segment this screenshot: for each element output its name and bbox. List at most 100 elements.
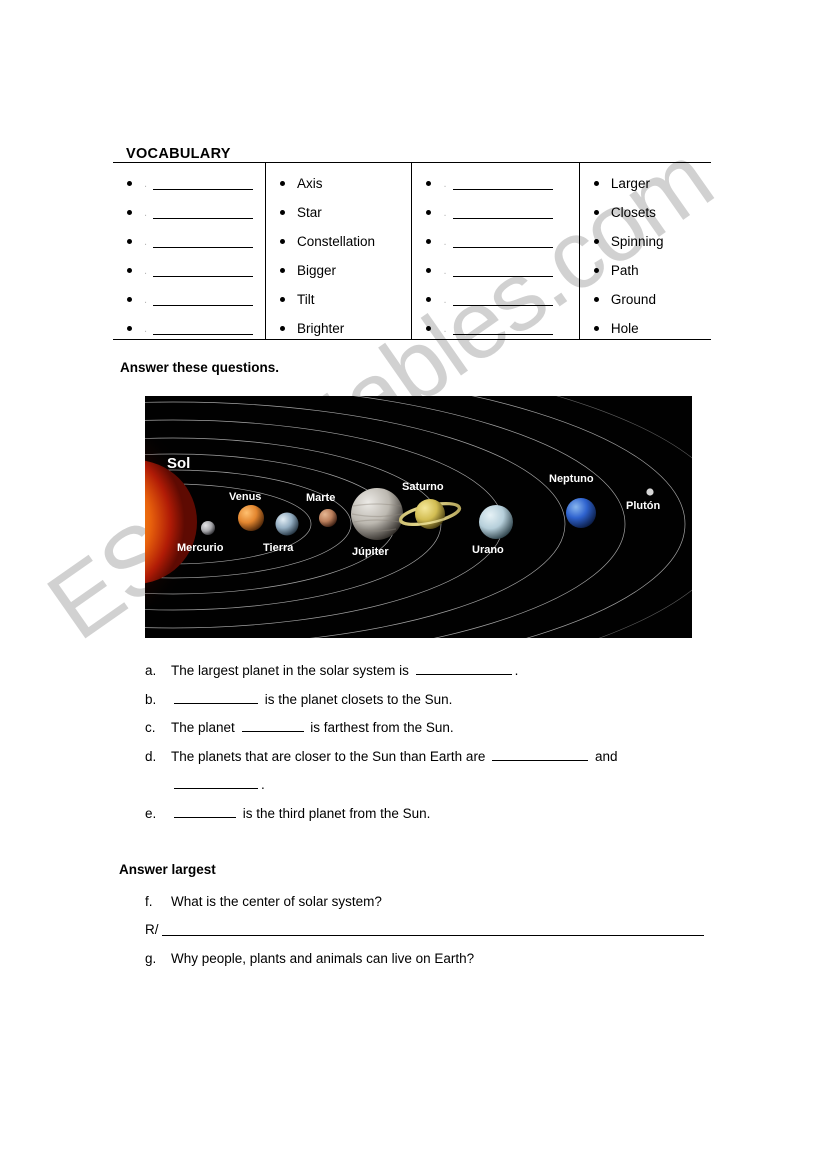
question-text: . (514, 663, 519, 678)
question-text: . (261, 777, 265, 792)
vocabulary-item: . (113, 198, 265, 227)
bullet-icon (593, 326, 599, 331)
vocabulary-item-marker: . (144, 264, 148, 277)
question-write-in-blank[interactable] (174, 777, 258, 789)
bullet-icon (593, 210, 599, 215)
vocabulary-write-in-blank[interactable] (153, 236, 254, 248)
bullet-icon (279, 239, 285, 244)
planet-jupiter (351, 488, 403, 540)
vocabulary-column-4: Larger Closets Spinning Path Ground Hole (578, 162, 711, 343)
question-body: is the planet closets to the Sun. (171, 692, 452, 707)
vocabulary-item-label: Tilt (296, 291, 315, 307)
planet-venus (238, 505, 264, 531)
vocabulary-write-in-blank[interactable] (153, 265, 254, 277)
bullet-icon (426, 181, 432, 186)
label-venus: Venus (229, 491, 261, 503)
question-text: and (591, 748, 618, 764)
label-marte: Marte (306, 492, 335, 504)
vocabulary-item-marker: . (144, 322, 148, 335)
planet-neptuno (566, 498, 596, 528)
question-body: is the third planet from the Sun. (171, 806, 430, 821)
vocabulary-item-label: Bigger (296, 262, 337, 278)
planet-mercurio (201, 521, 215, 535)
vocabulary-write-in-blank[interactable] (452, 236, 553, 248)
question-write-in-blank[interactable] (174, 692, 258, 704)
vocabulary-item: Tilt (266, 285, 412, 314)
bullet-icon (279, 268, 285, 273)
vocabulary-item-label: Constellation (296, 233, 376, 249)
vocabulary-item: . (113, 256, 265, 285)
question-text: is the planet closets to the Sun. (261, 691, 453, 707)
question-text: The planets that are closer to the Sun t… (171, 748, 490, 764)
bullet-icon (127, 210, 132, 215)
question-write-in-blank[interactable] (415, 663, 512, 675)
vocabulary-item: Hole (580, 314, 711, 343)
answer-write-in-line[interactable] (161, 927, 704, 936)
question-write-in-blank[interactable] (241, 720, 304, 732)
answer-largest-heading: Answer largest (119, 862, 216, 877)
bullet-icon (426, 297, 432, 302)
question-row: b. is the planet closets to the Sun. (145, 692, 705, 707)
vocabulary-item-marker: . (443, 264, 447, 277)
vocabulary-item: Axis (266, 169, 412, 198)
bullet-icon (426, 326, 432, 331)
label-saturno: Saturno (402, 481, 444, 493)
vocabulary-item: Constellation (266, 227, 412, 256)
planet-pluton (646, 488, 654, 496)
vocabulary-write-in-blank[interactable] (153, 207, 254, 219)
questions-open-list: f. What is the center of solar system? R/g… (145, 895, 715, 980)
question-row: d. The planets that are closer to the Sun… (145, 749, 705, 764)
vocabulary-item-label: Closets (610, 204, 656, 220)
question-marker: a. (145, 663, 157, 678)
vocabulary-item: Ground (580, 285, 711, 314)
question-text: What is the center of solar system? (171, 894, 382, 909)
bullet-icon (426, 210, 432, 215)
vocabulary-column-1: ...... (113, 162, 266, 340)
vocabulary-table: ...... Axis Star Constellation Bigger Tilt Br… (113, 162, 711, 340)
vocabulary-write-in-blank[interactable] (452, 178, 553, 190)
vocabulary-column-3: ...... (411, 162, 580, 343)
question-row: c. The planet is farthest from the Sun. (145, 720, 705, 735)
label-neptuno: Neptuno (549, 473, 594, 485)
bullet-icon (426, 239, 432, 244)
answer-line-row: R/ (145, 921, 715, 937)
planet-marte (319, 509, 337, 527)
planet-tierra (275, 512, 299, 536)
bullet-icon (127, 239, 132, 244)
vocabulary-item: . (412, 198, 578, 227)
question-marker: f. (145, 894, 153, 909)
vocabulary-item-marker: . (144, 293, 148, 306)
bullet-icon (279, 181, 285, 186)
vocabulary-item-label: Brighter (296, 320, 345, 336)
question-row: a. The largest planet in the solar system… (145, 663, 705, 678)
bullet-icon (279, 326, 285, 331)
label-jupiter: Júpiter (352, 546, 389, 558)
vocabulary-item-label: Path (610, 262, 639, 278)
vocabulary-write-in-blank[interactable] (452, 294, 553, 306)
vocabulary-write-in-blank[interactable] (452, 265, 553, 277)
vocabulary-item: . (412, 227, 578, 256)
label-tierra: Tierra (263, 542, 294, 554)
vocabulary-write-in-blank[interactable] (452, 207, 553, 219)
bullet-icon (426, 268, 432, 273)
bullet-icon (593, 239, 599, 244)
vocabulary-item: Spinning (580, 227, 711, 256)
table-row: ...... Axis Star Constellation Bigger Tilt Br… (113, 162, 711, 340)
vocabulary-write-in-blank[interactable] (153, 323, 254, 335)
question-write-in-blank[interactable] (492, 749, 589, 761)
label-pluton: Plutón (626, 500, 660, 512)
vocabulary-write-in-blank[interactable] (153, 178, 254, 190)
vocabulary-write-in-blank[interactable] (452, 323, 553, 335)
vocabulary-write-in-blank[interactable] (153, 294, 254, 306)
bullet-icon (127, 181, 132, 186)
solar-system-illustration: Sol Mercurio Venus Tierra Marte Júpiter … (145, 396, 692, 638)
question-text: The largest planet in the solar system i… (171, 663, 413, 678)
question-text: is farthest from the Sun. (306, 720, 454, 735)
question-write-in-blank[interactable] (174, 806, 236, 818)
vocabulary-item-label: Hole (610, 320, 639, 336)
answer-line-label: R/ (145, 921, 159, 937)
question-marker: d. (145, 748, 157, 764)
bullet-icon (593, 297, 599, 302)
vocabulary-item: . (412, 314, 578, 343)
questions-main-list: a. The largest planet in the solar system… (145, 663, 705, 834)
